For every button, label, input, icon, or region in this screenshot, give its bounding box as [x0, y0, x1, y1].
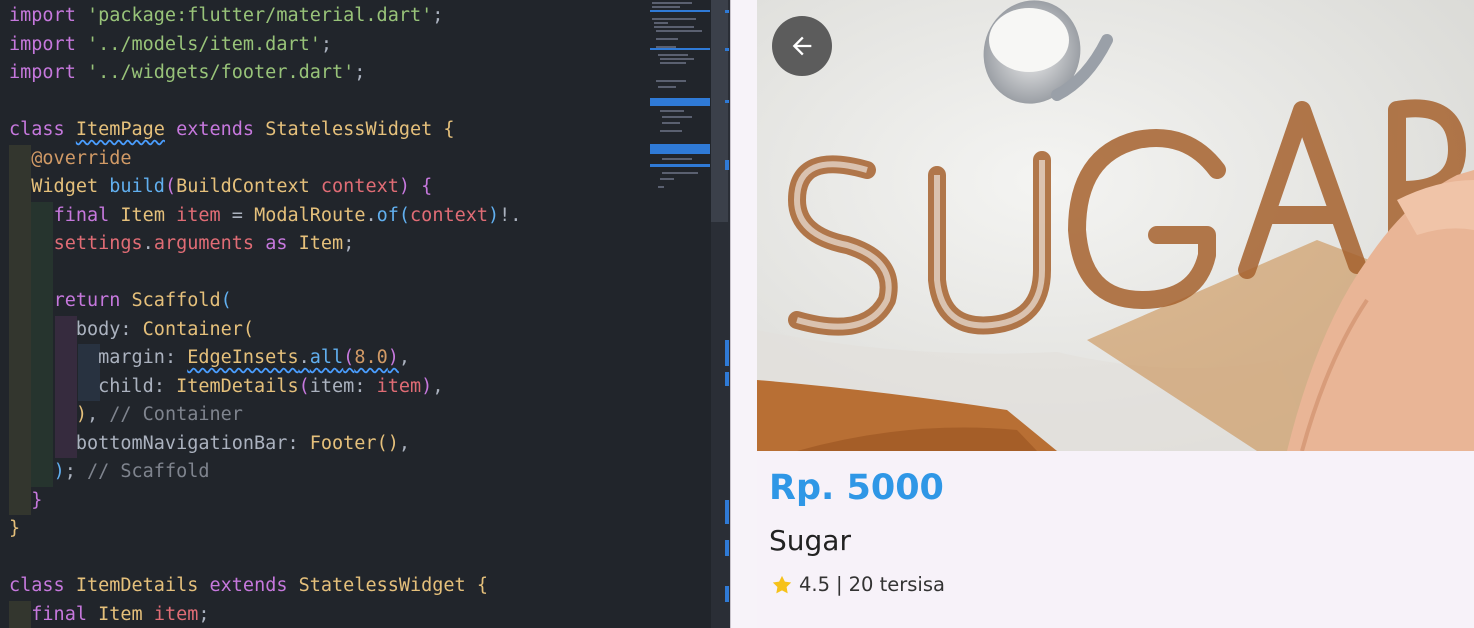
code-line[interactable]: return Scaffold( [0, 287, 648, 316]
code-text: } [9, 518, 21, 539]
code-line[interactable]: child: ItemDetails(item: item), [0, 372, 648, 401]
code-line[interactable]: final Item item = ModalRoute.of(context)… [0, 201, 648, 230]
code-editor[interactable]: import 'package:flutter/material.dart'; i… [0, 0, 730, 628]
code-text: } [31, 489, 43, 511]
scroll-marker [725, 540, 729, 556]
code-line[interactable]: bottomNavigationBar: Footer(), [0, 429, 648, 458]
code-text: final Item item; [31, 603, 210, 625]
scroll-marker [725, 340, 729, 366]
scroll-marker [725, 160, 729, 170]
code-text: final Item item = ModalRoute.of(context)… [53, 204, 522, 226]
code-text: ); // Scaffold [53, 461, 210, 482]
back-button[interactable] [772, 16, 832, 76]
item-image [757, 0, 1474, 451]
item-price: Rp. 5000 [769, 468, 944, 508]
code-line[interactable]: class ItemDetails extends StatelessWidge… [0, 572, 648, 601]
scroll-marker [725, 586, 729, 602]
code-line[interactable]: body: Container( [0, 315, 648, 344]
scroll-marker [725, 500, 729, 524]
scroll-marker [725, 10, 729, 13]
code-line[interactable]: final Item item; [0, 600, 648, 628]
code-text: ), // Container [75, 404, 243, 425]
code-text: Widget build(BuildContext context) { [31, 176, 433, 197]
code-text: import '../widgets/footer.dart'; [9, 62, 366, 83]
item-stock: 20 tersisa [848, 573, 945, 596]
indent-guide [9, 258, 31, 287]
scroll-marker [725, 372, 729, 386]
code-text: settings.arguments as Item; [53, 233, 355, 254]
code-text: class ItemPage extends StatelessWidget { [9, 119, 455, 140]
code-text: class ItemDetails extends StatelessWidge… [9, 575, 488, 596]
minimap[interactable] [650, 0, 710, 628]
code-line[interactable]: ), // Container [0, 401, 648, 430]
code-line[interactable] [0, 258, 648, 287]
indent-guide [31, 258, 53, 287]
pane-divider[interactable] [730, 0, 757, 628]
code-line[interactable] [0, 88, 648, 117]
code-text: return Scaffold( [53, 290, 232, 311]
code-line[interactable]: } [0, 515, 648, 544]
meta-separator: | [836, 573, 843, 596]
scroll-marker [725, 100, 729, 103]
code-text: body: Container( [75, 318, 255, 340]
code-text: margin: EdgeInsets.all(8.0), [98, 347, 411, 368]
code-line[interactable]: import '../models/item.dart'; [0, 31, 648, 60]
scroll-marker [725, 48, 729, 51]
code-line[interactable] [0, 544, 648, 573]
code-line[interactable]: settings.arguments as Item; [0, 230, 648, 259]
arrow-back-icon [792, 36, 812, 56]
code-text: child: ItemDetails(item: item), [98, 375, 444, 397]
code-line[interactable]: Widget build(BuildContext context) { [0, 173, 648, 202]
star-icon [772, 575, 792, 593]
code-line[interactable]: margin: EdgeInsets.all(8.0), [0, 344, 648, 373]
scrollbar-thumb[interactable] [711, 0, 728, 222]
code-line[interactable]: @override [0, 144, 648, 173]
code-text: bottomNavigationBar: Footer(), [75, 432, 410, 454]
code-line[interactable]: import '../widgets/footer.dart'; [0, 59, 648, 88]
code-line[interactable]: import 'package:flutter/material.dart'; [0, 2, 648, 31]
item-name: Sugar [769, 524, 851, 557]
code-text: @override [31, 147, 132, 169]
item-rating: 4.5 [799, 573, 831, 596]
code-line[interactable]: } [0, 486, 648, 515]
item-page: Rp. 5000 Sugar 4.5 | 20 tersisa [757, 0, 1474, 628]
code-text: import '../models/item.dart'; [9, 33, 333, 55]
code-line[interactable]: class ItemPage extends StatelessWidget { [0, 116, 648, 145]
code-text: import 'package:flutter/material.dart'; [9, 5, 444, 26]
code-area[interactable]: import 'package:flutter/material.dart'; i… [0, 2, 648, 628]
code-line[interactable]: ); // Scaffold [0, 458, 648, 487]
item-meta: 4.5 | 20 tersisa [771, 573, 945, 596]
